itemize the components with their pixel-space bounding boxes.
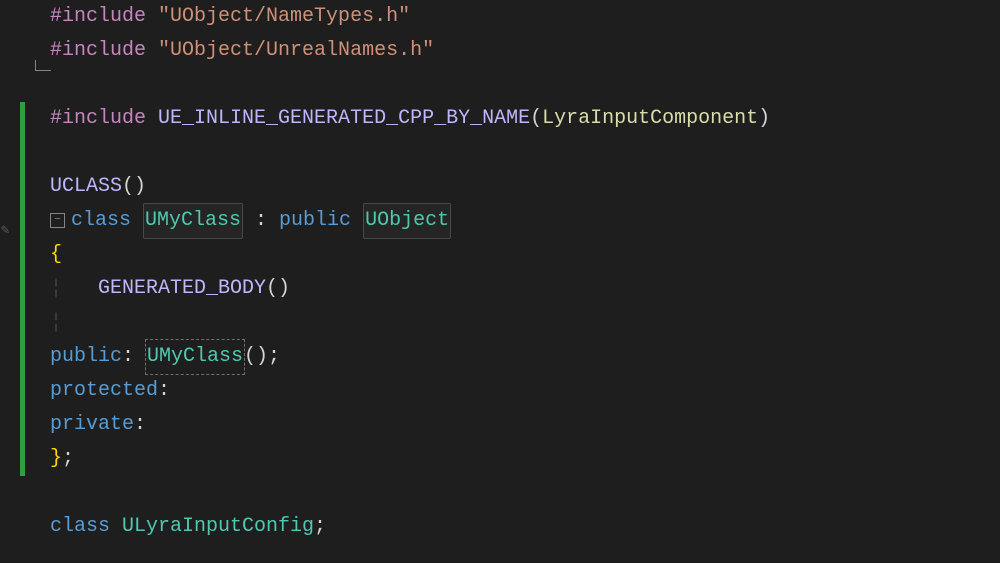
code-line[interactable] (50, 136, 770, 170)
code-line[interactable]: private: (50, 408, 770, 442)
code-line[interactable]: −class UMyClass : public UObject (50, 204, 770, 238)
change-bar (20, 102, 25, 476)
code-line[interactable]: class ULyraInputConfig; (50, 510, 770, 544)
token: private (50, 408, 134, 442)
token: ( (530, 102, 542, 136)
token: (); (244, 340, 280, 374)
token: #include (50, 0, 158, 34)
margin-glyph: ✎ (1, 214, 9, 248)
token: () (266, 272, 290, 306)
token: UE_INLINE_GENERATED_CPP_BY_NAME (158, 102, 530, 136)
token: public (50, 340, 122, 374)
code-editor[interactable]: ✎ #include "UObject/NameTypes.h"#include… (0, 0, 1000, 563)
token: #include (50, 34, 158, 68)
token: { (50, 238, 62, 272)
code-line[interactable]: UCLASS() (50, 170, 770, 204)
token: #include (50, 102, 158, 136)
code-line[interactable]: #include "UObject/NameTypes.h" (50, 0, 770, 34)
token: "UObject/NameTypes.h" (158, 0, 410, 34)
token: ) (758, 102, 770, 136)
code-line[interactable]: ¦ GENERATED_BODY() (50, 272, 770, 306)
token: GENERATED_BODY (98, 272, 266, 306)
token: public (279, 204, 363, 238)
token: ; (62, 442, 74, 476)
code-line[interactable]: { (50, 238, 770, 272)
token: "UObject/UnrealNames.h" (158, 34, 434, 68)
token: UCLASS (50, 170, 122, 204)
code-line[interactable]: }; (50, 442, 770, 476)
code-area[interactable]: #include "UObject/NameTypes.h"#include "… (50, 0, 770, 544)
token: ULyraInputConfig (122, 510, 314, 544)
token: : (122, 340, 146, 374)
fold-minus-icon[interactable]: − (50, 213, 65, 228)
code-line[interactable]: protected: (50, 374, 770, 408)
code-line[interactable]: #include UE_INLINE_GENERATED_CPP_BY_NAME… (50, 102, 770, 136)
token: UMyClass (143, 203, 243, 239)
code-line[interactable] (50, 68, 770, 102)
token: protected (50, 374, 158, 408)
token: class (71, 204, 143, 238)
token: LyraInputComponent (542, 102, 758, 136)
token: } (50, 442, 62, 476)
token: UObject (363, 203, 451, 239)
token: : (243, 204, 279, 238)
code-line[interactable]: ¦ (50, 306, 770, 340)
code-line[interactable]: #include "UObject/UnrealNames.h" (50, 34, 770, 68)
code-line[interactable] (50, 476, 770, 510)
include-guide-line (35, 60, 51, 71)
token: : (158, 374, 170, 408)
token: class (50, 510, 122, 544)
token: ; (314, 510, 326, 544)
token: () (122, 170, 146, 204)
token: : (134, 408, 146, 442)
token: UMyClass (146, 340, 244, 374)
code-line[interactable]: public: UMyClass(); (50, 340, 770, 374)
